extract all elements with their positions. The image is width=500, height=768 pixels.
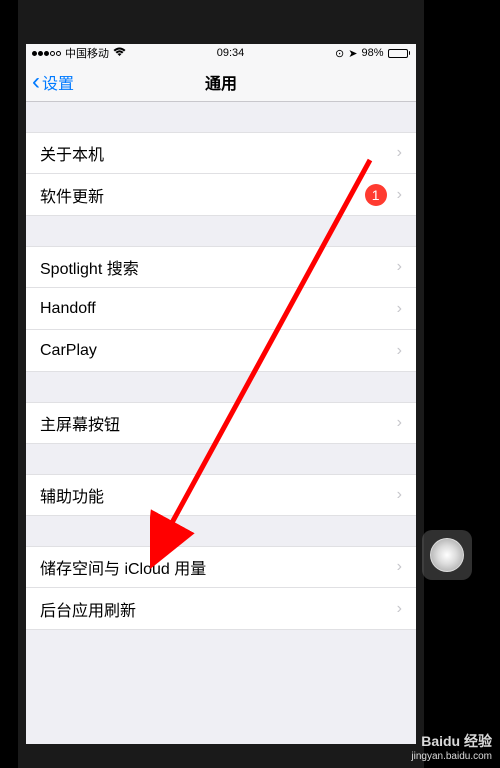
cell-home-button[interactable]: 主屏幕按钮 ›: [26, 402, 416, 444]
signal-strength-icon: [32, 51, 61, 56]
back-button[interactable]: ‹ 设置: [26, 68, 74, 96]
cell-label: 储存空间与 iCloud 用量: [40, 555, 397, 579]
chevron-right-icon: ›: [397, 600, 402, 618]
cell-label: Handoff: [40, 300, 397, 318]
chevron-right-icon: ›: [397, 486, 402, 504]
cell-software-update[interactable]: 软件更新 1 ›: [26, 174, 416, 216]
cell-carplay[interactable]: CarPlay ›: [26, 330, 416, 372]
chevron-left-icon: ‹: [32, 68, 40, 96]
chevron-right-icon: ›: [397, 144, 402, 162]
cell-label: 关于本机: [40, 141, 397, 165]
page-title: 通用: [205, 70, 237, 94]
watermark-url: jingyan.baidu.com: [411, 751, 492, 762]
cell-about[interactable]: 关于本机 ›: [26, 132, 416, 174]
watermark: Baidu 经验 jingyan.baidu.com: [411, 731, 492, 762]
back-label: 设置: [42, 70, 74, 94]
chevron-right-icon: ›: [397, 558, 402, 576]
cell-label: Spotlight 搜索: [40, 255, 397, 279]
cell-spotlight[interactable]: Spotlight 搜索 ›: [26, 246, 416, 288]
group-spotlight: Spotlight 搜索 › Handoff › CarPlay ›: [26, 246, 416, 372]
cell-label: 后台应用刷新: [40, 597, 397, 621]
clock: 09:34: [217, 47, 245, 59]
update-badge: 1: [365, 184, 387, 206]
nav-bar: ‹ 设置 通用: [26, 62, 416, 102]
status-bar: 中国移动 09:34 ⊙ ➤ 98%: [26, 44, 416, 62]
battery-icon: [388, 49, 411, 58]
group-homebutton: 主屏幕按钮 ›: [26, 402, 416, 444]
cell-storage-icloud[interactable]: 储存空间与 iCloud 用量 ›: [26, 546, 416, 588]
group-storage: 储存空间与 iCloud 用量 › 后台应用刷新 ›: [26, 546, 416, 630]
assistive-touch-button[interactable]: [422, 530, 472, 580]
settings-list[interactable]: 关于本机 › 软件更新 1 › Spotlight 搜索 › Handoff ›…: [26, 132, 416, 630]
chevron-right-icon: ›: [397, 186, 402, 204]
group-accessibility: 辅助功能 ›: [26, 474, 416, 516]
carrier-label: 中国移动: [65, 45, 109, 61]
cell-handoff[interactable]: Handoff ›: [26, 288, 416, 330]
chevron-right-icon: ›: [397, 300, 402, 318]
chevron-right-icon: ›: [397, 258, 402, 276]
cell-label: 辅助功能: [40, 483, 397, 507]
chevron-right-icon: ›: [397, 342, 402, 360]
alarm-icon: ⊙: [335, 47, 344, 60]
cell-label: 软件更新: [40, 183, 365, 207]
battery-percent: 98%: [361, 47, 383, 59]
screen: 中国移动 09:34 ⊙ ➤ 98% ‹ 设置 通用 关于本机 ›: [26, 44, 416, 744]
cell-label: 主屏幕按钮: [40, 411, 397, 435]
group-about: 关于本机 › 软件更新 1 ›: [26, 132, 416, 216]
watermark-brand: Baidu 经验: [411, 731, 492, 751]
chevron-right-icon: ›: [397, 414, 402, 432]
assistive-touch-icon: [430, 538, 464, 572]
wifi-icon: [113, 47, 126, 60]
cell-label: CarPlay: [40, 342, 397, 360]
cell-background-refresh[interactable]: 后台应用刷新 ›: [26, 588, 416, 630]
location-icon: ➤: [348, 47, 357, 60]
cell-accessibility[interactable]: 辅助功能 ›: [26, 474, 416, 516]
